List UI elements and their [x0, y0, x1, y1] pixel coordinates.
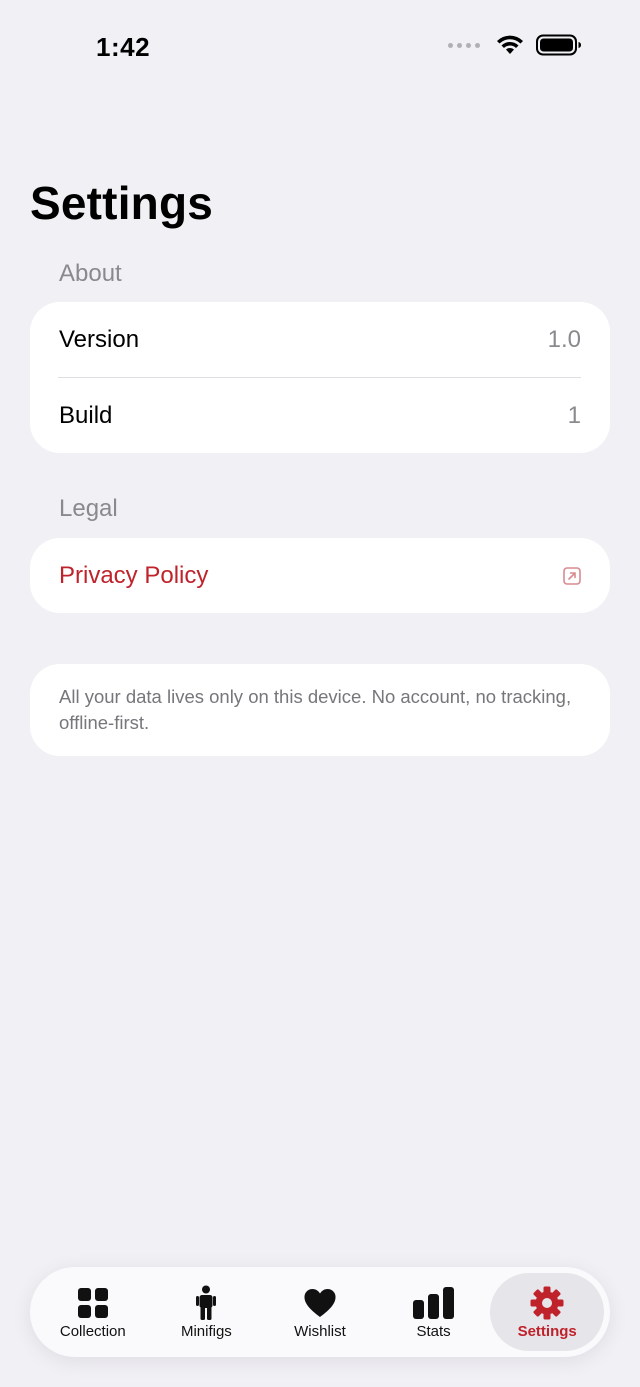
tab-collection[interactable]: Collection [36, 1273, 150, 1351]
status-icons [448, 34, 582, 56]
tab-bar: Collection Minifigs Wishlist Stats Setti… [30, 1267, 610, 1357]
external-link-icon [563, 566, 581, 585]
gear-icon [530, 1285, 564, 1321]
privacy-note-card: All your data lives only on this device.… [30, 664, 610, 756]
version-value: 1.0 [547, 325, 581, 353]
build-label: Build [59, 401, 113, 429]
heart-icon [303, 1285, 337, 1321]
tab-stats[interactable]: Stats [377, 1273, 491, 1351]
status-bar: 1:42 [0, 0, 640, 96]
build-value: 1 [567, 401, 581, 429]
tab-label: Minifigs [180, 1322, 232, 1340]
page-title: Settings [30, 177, 214, 229]
tab-label: Wishlist [294, 1322, 346, 1340]
bar-chart-icon [412, 1285, 455, 1321]
tab-settings[interactable]: Settings [490, 1273, 604, 1351]
version-label: Version [59, 325, 140, 353]
tab-label: Settings [517, 1322, 577, 1340]
about-card: Version 1.0 Build 1 [30, 302, 610, 453]
tab-minifigs[interactable]: Minifigs [150, 1273, 264, 1351]
tab-wishlist[interactable]: Wishlist [263, 1273, 377, 1351]
privacy-policy-label: Privacy Policy [59, 561, 209, 589]
wifi-icon [497, 35, 523, 54]
status-time: 1:42 [96, 32, 151, 62]
section-header-legal: Legal [59, 495, 118, 522]
tab-label: Collection [59, 1322, 126, 1340]
privacy-policy-row[interactable]: Privacy Policy [30, 538, 610, 613]
legal-card: Privacy Policy [30, 538, 610, 613]
grid-icon [77, 1285, 109, 1321]
battery-icon [536, 34, 581, 56]
person-icon [196, 1285, 217, 1321]
privacy-note-text: All your data lives only on this device.… [59, 686, 572, 733]
section-header-about: About [59, 260, 122, 287]
cellular-signal-icon [448, 42, 480, 48]
build-row: Build 1 [30, 378, 610, 453]
tab-label: Stats [416, 1322, 451, 1340]
version-row: Version 1.0 [30, 302, 610, 377]
